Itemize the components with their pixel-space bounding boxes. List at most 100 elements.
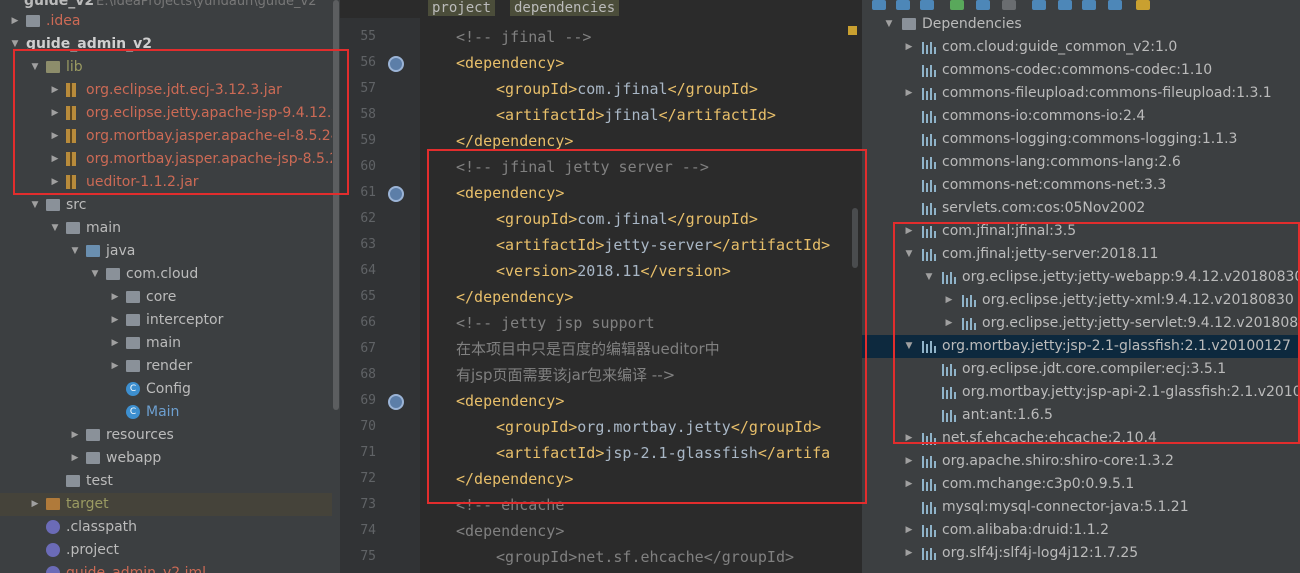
chevron-right-icon[interactable]: ▶ [110, 286, 120, 309]
code-line[interactable]: <groupId>com.jfinal</groupId> [496, 206, 758, 232]
code-line[interactable]: <!-- jfinal jetty server --> [456, 154, 709, 180]
dependency-item[interactable]: commons-lang:commons-lang:2.6 [862, 151, 1300, 174]
code-line[interactable]: 在本项目中只是百度的编辑器ueditor中 [456, 336, 720, 362]
code-line[interactable]: <dependency> [456, 518, 564, 544]
reimport-icon[interactable] [896, 0, 910, 10]
tree-item[interactable]: ▶ resources [0, 424, 340, 447]
download-icon[interactable] [920, 0, 934, 10]
tree-item[interactable]: ▼ com.cloud [0, 263, 340, 286]
dependency-item[interactable]: ▶ com.cloud:guide_common_v2:1.0 [862, 36, 1300, 59]
code-line[interactable]: <dependency> [456, 50, 564, 76]
tree-item[interactable]: test [0, 470, 340, 493]
code-line[interactable]: <groupId>com.jfinal</groupId> [496, 76, 758, 102]
dependency-item[interactable]: ant:ant:1.6.5 [862, 404, 1300, 427]
chevron-right-icon[interactable]: ▶ [904, 542, 914, 565]
chevron-down-icon[interactable]: ▼ [30, 56, 40, 79]
dependency-item[interactable]: org.eclipse.jdt.core.compiler:ecj:3.5.1 [862, 358, 1300, 381]
tree-item[interactable]: ▶ org.eclipse.jdt.ecj-3.12.3.jar [0, 79, 340, 102]
run-icon[interactable] [1002, 0, 1016, 10]
breadcrumb-tab-project[interactable]: project [428, 0, 496, 16]
lifecycle-icon[interactable] [976, 0, 990, 10]
chevron-down-icon[interactable]: ▼ [30, 194, 40, 217]
tree-item[interactable]: ▶ target [0, 493, 340, 516]
chevron-right-icon[interactable]: ▶ [50, 102, 60, 125]
tree-item[interactable]: ▼ main [0, 217, 340, 240]
code-line[interactable]: <groupId>net.sf.ehcache</groupId> [496, 544, 794, 570]
chevron-right-icon[interactable]: ▶ [904, 450, 914, 473]
tree-item[interactable]: C Main [0, 401, 340, 424]
dependency-item[interactable]: mysql:mysql-connector-java:5.1.21 [862, 496, 1300, 519]
chevron-right-icon[interactable]: ▶ [50, 148, 60, 171]
tree-item[interactable]: ▶ render [0, 355, 340, 378]
dependency-item[interactable]: ▼ org.eclipse.jetty:jetty-webapp:9.4.12.v… [862, 266, 1300, 289]
code-line[interactable]: <groupId>org.mortbay.jetty</groupId> [496, 414, 821, 440]
tree-item[interactable]: ▶ interceptor [0, 309, 340, 332]
tree-item[interactable]: ▶ webapp [0, 447, 340, 470]
dependency-item[interactable]: ▶ com.mchange:c3p0:0.9.5.1 [862, 473, 1300, 496]
chevron-right-icon[interactable]: ▶ [30, 493, 40, 516]
chevron-right-icon[interactable]: ▶ [944, 289, 954, 312]
refresh-icon[interactable] [872, 0, 886, 10]
tree-item[interactable]: ▶ core [0, 286, 340, 309]
chevron-down-icon[interactable]: ▼ [90, 263, 100, 286]
warning-marker-icon[interactable] [848, 26, 857, 35]
tree-item[interactable]: ▶ org.eclipse.jetty.apache-jsp-9.4.12.v20… [0, 102, 340, 125]
code-line[interactable]: </dependency> [456, 466, 573, 492]
code-line[interactable]: <artifactId>jsp-2.1-glassfish</artifa [496, 440, 830, 466]
dependency-item[interactable]: commons-logging:commons-logging:1.1.3 [862, 128, 1300, 151]
tree-item[interactable]: ▶ ueditor-1.1.2.jar [0, 171, 340, 194]
dependency-item[interactable]: ▶ com.alibaba:druid:1.1.2 [862, 519, 1300, 542]
dependency-item[interactable]: ▶ net.sf.ehcache:ehcache:2.10.4 [862, 427, 1300, 450]
chevron-right-icon[interactable]: ▶ [10, 10, 20, 33]
chevron-right-icon[interactable]: ▶ [50, 79, 60, 102]
dependency-item[interactable]: ▶ org.eclipse.jetty:jetty-xml:9.4.12.v201… [862, 289, 1300, 312]
dependency-item[interactable]: ▶ org.slf4j:slf4j-log4j12:1.7.25 [862, 542, 1300, 565]
show-dependencies-icon[interactable] [1082, 0, 1096, 10]
chevron-right-icon[interactable]: ▶ [904, 519, 914, 542]
tree-item[interactable]: ▼ lib [0, 56, 340, 79]
code-editor[interactable]: 55 <!-- jfinal --> 56 <dependency> 57 <groupI… [340, 0, 862, 573]
help-icon[interactable] [1058, 0, 1072, 10]
tree-item[interactable]: ▶ main [0, 332, 340, 355]
tree-item[interactable]: ▼ guide_admin_v2 [0, 33, 340, 56]
chevron-right-icon[interactable]: ▶ [904, 220, 914, 243]
tree-item[interactable]: ▶ org.mortbay.jasper.apache-jsp-8.5.24.2 [0, 148, 340, 171]
dependency-item[interactable]: commons-codec:commons-codec:1.10 [862, 59, 1300, 82]
chevron-right-icon[interactable]: ▶ [904, 427, 914, 450]
collapse-all-icon[interactable] [1108, 0, 1122, 10]
toggle-offline-icon[interactable] [1032, 0, 1046, 10]
maven-dependency-icon[interactable] [388, 186, 404, 202]
chevron-right-icon[interactable]: ▶ [50, 125, 60, 148]
tree-item[interactable]: C Config [0, 378, 340, 401]
chevron-down-icon[interactable]: ▼ [70, 240, 80, 263]
chevron-right-icon[interactable]: ▶ [70, 424, 80, 447]
dependency-item[interactable]: ▼ Dependencies [862, 13, 1300, 36]
chevron-down-icon[interactable]: ▼ [10, 33, 20, 56]
code-line[interactable]: <artifactId>jfinal</artifactId> [496, 102, 776, 128]
dependency-item[interactable]: ▶ com.jfinal:jfinal:3.5 [862, 220, 1300, 243]
code-line[interactable]: <!-- jetty jsp support [456, 310, 655, 336]
chevron-down-icon[interactable]: ▼ [904, 335, 914, 358]
chevron-right-icon[interactable]: ▶ [904, 36, 914, 59]
chevron-right-icon[interactable]: ▶ [110, 309, 120, 332]
chevron-right-icon[interactable]: ▶ [110, 355, 120, 378]
breadcrumb-tab-dependencies[interactable]: dependencies [510, 0, 620, 16]
editor-scroll-thumb[interactable] [852, 208, 858, 268]
code-line[interactable]: <artifactId>jetty-server</artifactId> [496, 232, 830, 258]
code-line[interactable]: <version>2018.11</version> [496, 258, 731, 284]
dependency-item[interactable]: ▼ org.mortbay.jetty:jsp-2.1-glassfish:2.1… [862, 335, 1300, 358]
code-line[interactable]: <dependency> [456, 180, 564, 206]
code-line[interactable]: <!-- jfinal --> [456, 24, 591, 50]
tree-item[interactable]: .classpath [0, 516, 340, 539]
code-line[interactable]: <dependency> [456, 388, 564, 414]
code-line[interactable]: 有jsp页面需要该jar包来编译 --> [456, 362, 675, 388]
code-line[interactable]: </dependency> [456, 128, 573, 154]
maven-dependency-icon[interactable] [388, 394, 404, 410]
code-line[interactable]: </dependency> [456, 284, 573, 310]
add-icon[interactable] [950, 0, 964, 10]
chevron-right-icon[interactable]: ▶ [944, 312, 954, 335]
dependency-item[interactable]: org.mortbay.jetty:jsp-api-2.1-glassfish:… [862, 381, 1300, 404]
dependency-item[interactable]: ▶ org.eclipse.jetty:jetty-servlet:9.4.12.… [862, 312, 1300, 335]
chevron-down-icon[interactable]: ▼ [884, 13, 894, 36]
chevron-right-icon[interactable]: ▶ [50, 171, 60, 194]
